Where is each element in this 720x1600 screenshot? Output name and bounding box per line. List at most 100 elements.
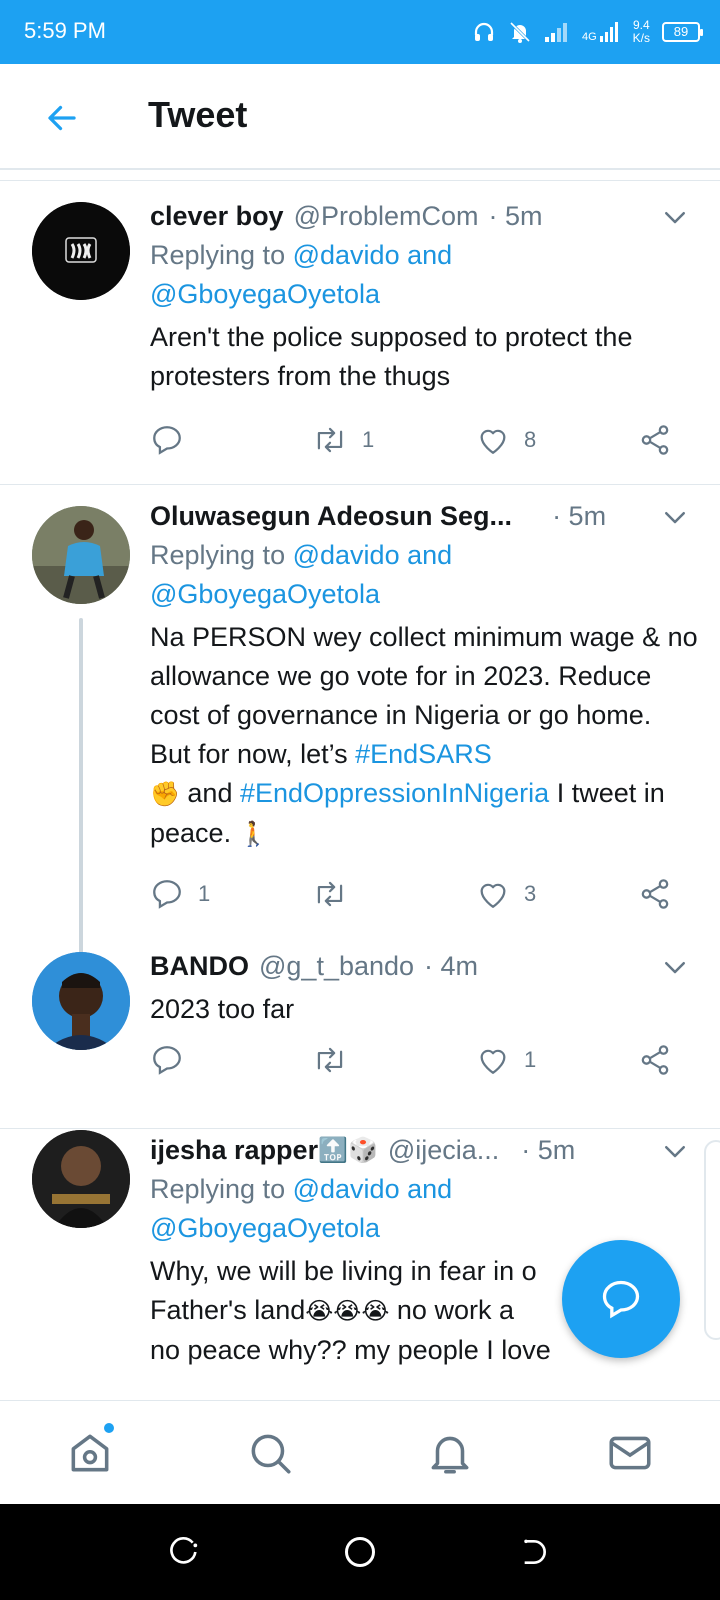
like-count: 8 (524, 427, 537, 452)
replying-to: Replying to @davido and (150, 236, 698, 275)
compose-reply-button[interactable] (562, 1240, 680, 1358)
circle-home-icon (345, 1537, 375, 1567)
avatar[interactable] (32, 202, 130, 300)
reply-icon (153, 1046, 181, 1075)
retweet-button[interactable] (312, 874, 362, 914)
hashtag-link[interactable]: #EndSARS (355, 739, 492, 769)
new-content-dot (102, 1421, 116, 1435)
share-icon (641, 425, 669, 455)
nav-messages[interactable] (600, 1423, 660, 1483)
avatar-image (32, 1130, 130, 1228)
side-edge-handle[interactable] (704, 1140, 720, 1340)
replying-to: @GboyegaOyetola (150, 275, 698, 314)
user-handle[interactable]: @ProblemCom (294, 201, 479, 232)
replying-to: Replying to @davido and (150, 536, 698, 575)
tweet-actions: 1 3 (150, 874, 690, 914)
avatar-image (32, 506, 130, 604)
page-title: Tweet (148, 94, 248, 135)
thread-line (79, 618, 83, 954)
system-navigation-bar (0, 1504, 720, 1600)
tweet-time: · 5m (488, 200, 543, 231)
share-icon (641, 1045, 669, 1075)
tweet-time: · 5m (521, 1134, 576, 1165)
chevron-down-icon[interactable] (660, 202, 690, 232)
bottom-navigation (0, 1400, 720, 1504)
back-gesture-icon (524, 1539, 546, 1564)
mention-link[interactable]: @GboyegaOyetola (150, 279, 380, 309)
share-button[interactable] (638, 420, 672, 460)
mention-link[interactable]: @davido and (293, 240, 453, 270)
network-type: 4G (581, 31, 597, 43)
nav-search[interactable] (240, 1423, 300, 1483)
top-app-bar: Tweet (0, 64, 720, 170)
tweet-text: Aren't the police supposed to protect th… (150, 322, 633, 391)
hashtag-link[interactable]: #EndOppressionInNigeria (240, 778, 549, 808)
display-name[interactable]: ijesha rapper (150, 1135, 318, 1166)
share-button[interactable] (638, 1040, 672, 1080)
nav-home[interactable] (60, 1421, 120, 1483)
status-bar: 5:59 PM 4G 9.4 K/s 89 (0, 0, 720, 64)
home-system-button[interactable] (340, 1532, 380, 1572)
reply-button[interactable]: 1 (150, 874, 210, 914)
like-button[interactable]: 3 (476, 874, 536, 914)
status-icons: 4G 9.4 K/s 89 (472, 14, 703, 50)
display-name[interactable]: clever boy (150, 201, 284, 232)
mention-link[interactable]: @GboyegaOyetola (150, 1213, 380, 1243)
nav-notifications[interactable] (420, 1423, 480, 1483)
reply-button[interactable] (150, 420, 198, 460)
tweet[interactable]: BANDO @g_t_bando · 4m 2023 too far 1 (0, 946, 720, 1098)
mention-link[interactable]: @GboyegaOyetola (150, 579, 380, 609)
replying-to-label: Replying to (150, 240, 286, 270)
like-button[interactable]: 8 (476, 420, 536, 460)
signal-icon (599, 22, 618, 42)
replying-to-label: Replying to (150, 540, 286, 570)
tweet-text: Na PERSON wey collect minimum wage & no … (150, 618, 698, 854)
tweet[interactable]: Oluwasegun Adeosun Seg... · 5m Replying … (0, 496, 720, 954)
signal-icon (544, 23, 567, 42)
retweet-icon (317, 881, 343, 907)
replying-to: @GboyegaOyetola (150, 575, 698, 614)
replying-to-label: Replying to (150, 1174, 286, 1204)
tweet[interactable]: clever boy @ProblemCom · 5m Replying to … (0, 196, 720, 496)
tweet-text-segment: and (187, 778, 233, 808)
reply-count: 1 (198, 881, 211, 906)
back-system-button[interactable] (514, 1532, 554, 1572)
like-button[interactable]: 1 (476, 1040, 536, 1080)
chevron-down-icon[interactable] (660, 952, 690, 982)
tweet-header: BANDO @g_t_bando · 4m (150, 946, 698, 986)
speed-unit: K/s (632, 31, 650, 45)
chevron-down-icon[interactable] (660, 502, 690, 532)
divider (0, 180, 720, 181)
avatar-image (32, 952, 130, 1050)
mention-link[interactable]: @davido and (293, 1174, 453, 1204)
share-icon (641, 879, 669, 909)
back-button[interactable] (34, 90, 90, 146)
user-handle[interactable]: @g_t_bando (259, 951, 414, 982)
retweet-button[interactable]: 1 (312, 420, 374, 460)
retweet-icon (317, 427, 343, 453)
crying-emoji: 😭😭😭 (305, 1297, 390, 1325)
walking-person-emoji: 🚶 (238, 820, 269, 848)
share-button[interactable] (638, 874, 672, 914)
avatar[interactable] (32, 506, 130, 604)
chevron-down-icon[interactable] (660, 1136, 690, 1166)
user-handle[interactable]: @ijecia... (388, 1135, 499, 1166)
display-name[interactable]: BANDO (150, 951, 249, 982)
avatar[interactable] (32, 1130, 130, 1228)
tweet-header: ijesha rapper 🔝🎲 @ijecia... · 5m (150, 1130, 698, 1170)
reply-icon (153, 880, 181, 909)
retweet-button[interactable] (312, 1040, 362, 1080)
mention-link[interactable]: @davido and (293, 540, 453, 570)
recent-apps-button[interactable] (166, 1532, 206, 1572)
tweet-header: clever boy @ProblemCom · 5m (150, 196, 698, 236)
reply-button[interactable] (150, 1040, 198, 1080)
recent-apps-icon (170, 1537, 198, 1564)
display-name[interactable]: Oluwasegun Adeosun Seg... (150, 501, 512, 532)
avatar[interactable] (32, 952, 130, 1050)
tweet-time: · 4m (424, 950, 479, 981)
arrow-left-icon (48, 105, 76, 131)
replying-to: Replying to @davido and (150, 1170, 698, 1209)
avatar-image (32, 202, 130, 300)
heart-icon (480, 1049, 506, 1074)
tweet-feed[interactable]: clever boy @ProblemCom · 5m Replying to … (0, 170, 720, 1400)
